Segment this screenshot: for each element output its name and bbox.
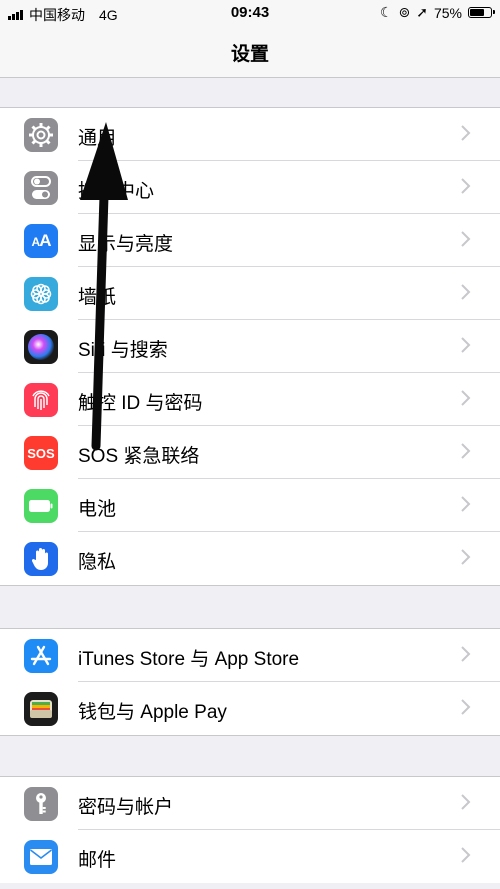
chevron-right-icon bbox=[461, 337, 471, 353]
location-icon: ➚ bbox=[416, 4, 428, 20]
settings-row-control-center[interactable]: 控制中心 bbox=[0, 161, 500, 214]
app-store-icon bbox=[24, 639, 58, 673]
chevron-right-icon bbox=[461, 231, 471, 247]
wallet-icon bbox=[24, 692, 58, 726]
chevron-right-icon bbox=[461, 549, 471, 565]
navigation-bar: 设置 bbox=[0, 26, 500, 78]
chevron-right-icon bbox=[461, 443, 471, 459]
chevron-right-icon bbox=[461, 284, 471, 300]
settings-row-touch-id[interactable]: 触控 ID 与密码 bbox=[0, 373, 500, 426]
row-label: 密码与帐户 bbox=[78, 797, 174, 818]
settings-row-emergency-sos[interactable]: SOS SOS 紧急联络 bbox=[0, 426, 500, 479]
row-label: 邮件 bbox=[78, 850, 117, 871]
settings-row-privacy[interactable]: 隐私 bbox=[0, 532, 500, 585]
chevron-right-icon bbox=[461, 125, 471, 141]
flower-icon bbox=[24, 277, 58, 311]
settings-row-general[interactable]: 通用 bbox=[0, 108, 500, 161]
text-size-icon: AA bbox=[24, 224, 58, 258]
siri-icon bbox=[24, 330, 58, 364]
chevron-right-icon bbox=[461, 794, 471, 810]
toggles-icon bbox=[24, 171, 58, 205]
settings-row-display[interactable]: AA 显示与亮度 bbox=[0, 214, 500, 267]
row-label: Siri 与搜索 bbox=[78, 340, 168, 361]
fingerprint-icon bbox=[24, 383, 58, 417]
key-icon bbox=[24, 787, 58, 821]
settings-row-mail[interactable]: 邮件 bbox=[0, 830, 500, 883]
chevron-right-icon bbox=[461, 390, 471, 406]
settings-row-wallpaper[interactable]: 墙纸 bbox=[0, 267, 500, 320]
settings-row-siri[interactable]: Siri 与搜索 bbox=[0, 320, 500, 373]
moon-icon: ☾ bbox=[379, 4, 393, 20]
row-label: SOS 紧急联络 bbox=[78, 446, 200, 467]
row-label: 显示与亮度 bbox=[78, 234, 174, 255]
row-label: 控制中心 bbox=[78, 181, 155, 202]
settings-group-1: 通用 控制中心 AA 显示与亮度 墙纸 Siri 与搜索 触控 ID 与密码 S… bbox=[0, 107, 500, 586]
status-bar: 中国移动 4G 09:43 ☾ ⊚ ➚ 75% bbox=[0, 0, 500, 26]
chevron-right-icon bbox=[461, 646, 471, 662]
settings-row-wallet[interactable]: 钱包与 Apple Pay bbox=[0, 682, 500, 735]
row-label: 隐私 bbox=[78, 552, 117, 573]
chevron-right-icon bbox=[461, 178, 471, 194]
settings-row-itunes-app-store[interactable]: iTunes Store 与 App Store bbox=[0, 629, 500, 682]
status-right: ☾ ⊚ ➚ 75% bbox=[379, 4, 495, 21]
settings-group-2: iTunes Store 与 App Store 钱包与 Apple Pay bbox=[0, 628, 500, 736]
row-label: 触控 ID 与密码 bbox=[78, 393, 203, 414]
sos-icon: SOS bbox=[24, 436, 58, 470]
row-label: 通用 bbox=[78, 128, 117, 149]
battery-percent: 75% bbox=[433, 4, 462, 21]
row-label: 钱包与 Apple Pay bbox=[78, 702, 227, 723]
gear-icon bbox=[24, 118, 58, 152]
rotation-lock-icon: ⊚ bbox=[398, 4, 411, 20]
row-label: 电池 bbox=[78, 499, 117, 520]
chevron-right-icon bbox=[461, 847, 471, 863]
hand-icon bbox=[24, 542, 58, 576]
chevron-right-icon bbox=[461, 699, 471, 715]
battery-icon bbox=[468, 7, 495, 18]
row-label: iTunes Store 与 App Store bbox=[78, 649, 300, 670]
settings-row-battery[interactable]: 电池 bbox=[0, 479, 500, 532]
battery-icon bbox=[24, 489, 58, 523]
page-title: 设置 bbox=[230, 44, 269, 65]
settings-group-3: 密码与帐户 邮件 bbox=[0, 776, 500, 883]
settings-row-passwords-accounts[interactable]: 密码与帐户 bbox=[0, 777, 500, 830]
mail-icon bbox=[24, 840, 58, 874]
row-label: 墙纸 bbox=[78, 287, 117, 308]
chevron-right-icon bbox=[461, 496, 471, 512]
